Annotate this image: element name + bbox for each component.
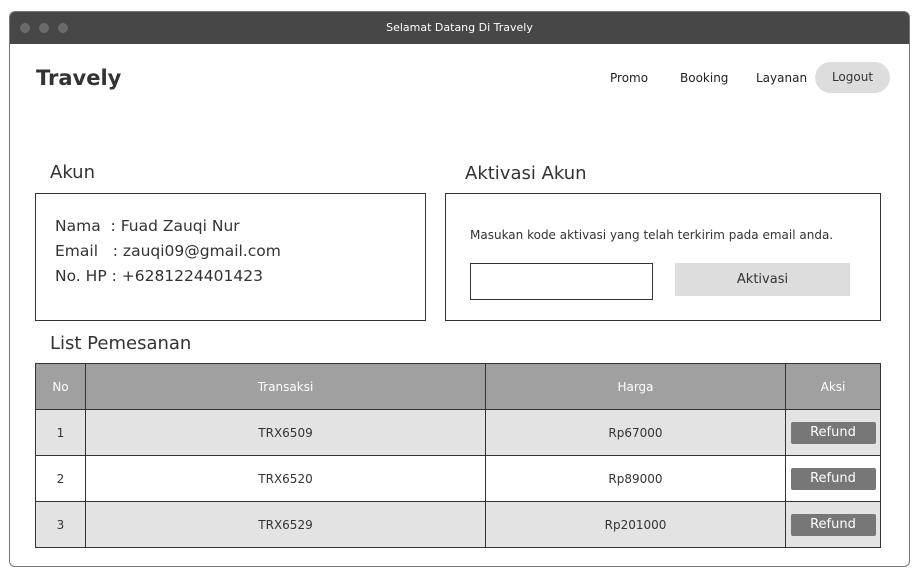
- refund-button[interactable]: Refund: [790, 421, 876, 444]
- akun-nama: Nama : Fuad Zauqi Nur: [55, 217, 240, 235]
- nav-booking[interactable]: Booking: [680, 71, 728, 85]
- aktivasi-button[interactable]: Aktivasi: [675, 263, 850, 296]
- logout-button[interactable]: Logout: [815, 62, 890, 93]
- akun-card: Nama : Fuad Zauqi Nur Email : zauqi09@gm…: [35, 193, 426, 321]
- minimize-window-icon[interactable]: [39, 23, 49, 33]
- cell-no: 2: [35, 455, 86, 502]
- pemesanan-table: No Transaksi Harga Aksi 1 TRX6509 Rp6700…: [35, 363, 881, 548]
- title-bar: Selamat Datang Di Travely: [10, 12, 909, 44]
- cell-aksi: Refund: [785, 409, 881, 456]
- nav-promo[interactable]: Promo: [610, 71, 648, 85]
- col-aksi: Aksi: [785, 363, 881, 410]
- cell-harga: Rp89000: [485, 455, 786, 502]
- refund-button[interactable]: Refund: [790, 467, 876, 490]
- cell-harga: Rp201000: [485, 501, 786, 548]
- brand-logo[interactable]: Travely: [36, 66, 121, 90]
- cell-aksi: Refund: [785, 455, 881, 502]
- aktivasi-title: Aktivasi Akun: [465, 163, 587, 184]
- cell-transaksi: TRX6520: [85, 455, 486, 502]
- aktivasi-instruction: Masukan kode aktivasi yang telah terkiri…: [470, 228, 834, 242]
- close-window-icon[interactable]: [20, 23, 30, 33]
- pemesanan-title: List Pemesanan: [50, 333, 192, 354]
- table-row: 2 TRX6520 Rp89000 Refund: [35, 455, 881, 502]
- col-harga: Harga: [485, 363, 786, 410]
- nav-layanan[interactable]: Layanan: [756, 71, 807, 85]
- akun-title: Akun: [50, 162, 95, 183]
- cell-transaksi: TRX6509: [85, 409, 486, 456]
- window-title: Selamat Datang Di Travely: [386, 21, 533, 34]
- maximize-window-icon[interactable]: [58, 23, 68, 33]
- col-no: No: [35, 363, 86, 410]
- aktivasi-card: Masukan kode aktivasi yang telah terkiri…: [445, 193, 881, 321]
- col-transaksi: Transaksi: [85, 363, 486, 410]
- activation-code-input[interactable]: [470, 263, 653, 300]
- akun-hp: No. HP : +6281224401423: [55, 267, 263, 285]
- table-row: 3 TRX6529 Rp201000 Refund: [35, 501, 881, 548]
- akun-email: Email : zauqi09@gmail.com: [55, 242, 281, 260]
- app-window: Selamat Datang Di Travely Travely Promo …: [9, 11, 910, 567]
- refund-button[interactable]: Refund: [790, 513, 876, 536]
- table-header: No Transaksi Harga Aksi: [35, 363, 881, 410]
- cell-harga: Rp67000: [485, 409, 786, 456]
- cell-no: 3: [35, 501, 86, 548]
- cell-transaksi: TRX6529: [85, 501, 486, 548]
- cell-no: 1: [35, 409, 86, 456]
- table-row: 1 TRX6509 Rp67000 Refund: [35, 409, 881, 456]
- cell-aksi: Refund: [785, 501, 881, 548]
